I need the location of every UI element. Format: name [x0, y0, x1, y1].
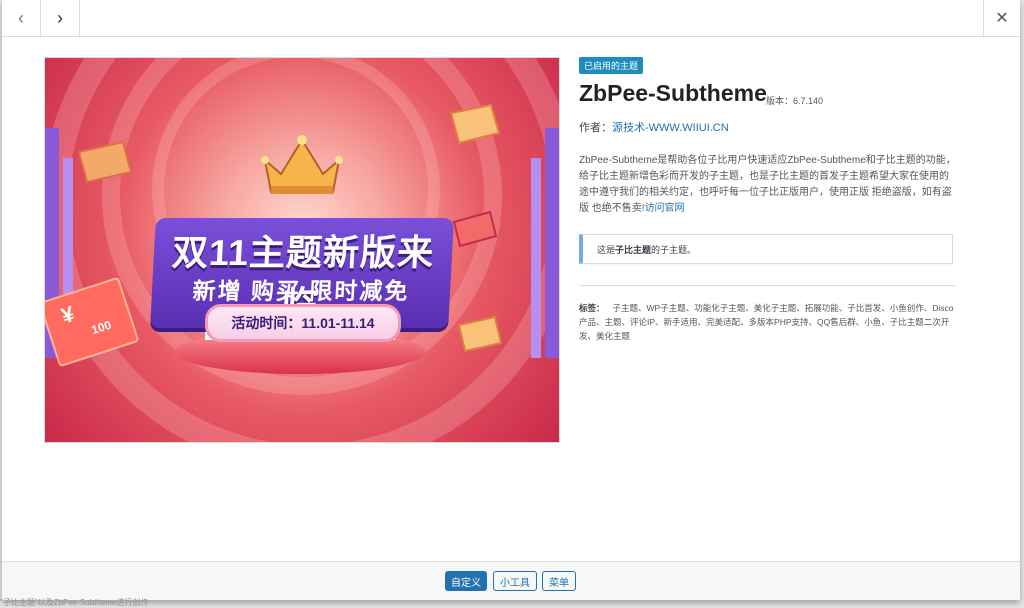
- theme-description: ZbPee-Subtheme是帮助各位子比用户快速适应ZbPee-Subthem…: [579, 153, 957, 217]
- coupon-value: 100: [89, 317, 113, 338]
- purple-pillar-right: [531, 128, 559, 358]
- active-theme-badge: 已启用的主题: [579, 57, 644, 74]
- theme-details-modal: ‹ › ✕ ¥ 100 双11主题新版来临 新增 购买 限时减免 活动时间：11…: [2, 0, 1020, 600]
- theme-screenshot: ¥ 100 双11主题新版来临 新增 购买 限时减免 活动时间：11.01-11…: [44, 57, 560, 443]
- theme-version: 版本：6.7.140: [766, 96, 824, 106]
- gold-ticket-icon: [457, 315, 503, 353]
- parent-suffix: 的子主题。: [651, 244, 697, 255]
- close-button[interactable]: ✕: [983, 0, 1020, 36]
- tags-label: 标签：: [579, 303, 605, 313]
- chevron-left-icon: ‹: [18, 7, 24, 28]
- description-text: ZbPee-Subtheme是帮助各位子比用户快速适应ZbPee-Subthem…: [579, 155, 956, 214]
- parent-prefix: 这是: [597, 244, 616, 255]
- theme-author: 作者：源技术-WWW.WIIUI.CN: [579, 119, 729, 135]
- author-prefix: 作者：: [579, 122, 612, 134]
- gold-ticket-icon: [77, 140, 133, 184]
- gold-ticket-icon: [449, 103, 501, 145]
- author-link[interactable]: 源技术-WWW.WIIUI.CN: [612, 122, 729, 134]
- customize-button[interactable]: 自定义: [445, 571, 487, 591]
- divider: [579, 285, 955, 286]
- previous-theme-button[interactable]: ‹: [2, 0, 41, 36]
- menus-button[interactable]: 菜单: [542, 571, 576, 591]
- chevron-right-icon: ›: [57, 7, 63, 28]
- parent-theme-name: 子比主题: [615, 244, 652, 255]
- close-icon: ✕: [995, 10, 1009, 27]
- modal-header: ‹ › ✕: [2, 0, 1020, 37]
- tags-list: 子主题、WP子主题、功能化子主题、美化子主题、拓展功能、子比首发、小鱼创作、Di…: [579, 303, 954, 341]
- theme-name: ZbPee-Subtheme: [579, 80, 767, 106]
- parent-theme-notice: 这是 子比主题 的子主题。: [579, 234, 953, 264]
- activity-time-pill: 活动时间：11.01-11.14: [205, 304, 401, 342]
- red-coupon-icon: [452, 210, 498, 248]
- background-page-text: "子比主题"以及ZbPee-Subtheme进行创作: [0, 598, 149, 607]
- banner-subtitle: 新增 购买 限时减免: [191, 278, 411, 304]
- modal-footer: 自定义 小工具 菜单: [2, 561, 1020, 600]
- next-theme-button[interactable]: ›: [41, 0, 80, 36]
- theme-tags: 标签： 子主题、WP子主题、功能化子主题、美化子主题、拓展功能、子比首发、小鱼创作…: [579, 301, 959, 343]
- widgets-button[interactable]: 小工具: [493, 571, 537, 591]
- coupon-yen-symbol: ¥: [58, 300, 78, 329]
- crown-icon: [261, 135, 343, 194]
- visit-website-link[interactable]: 访问官网: [645, 203, 685, 214]
